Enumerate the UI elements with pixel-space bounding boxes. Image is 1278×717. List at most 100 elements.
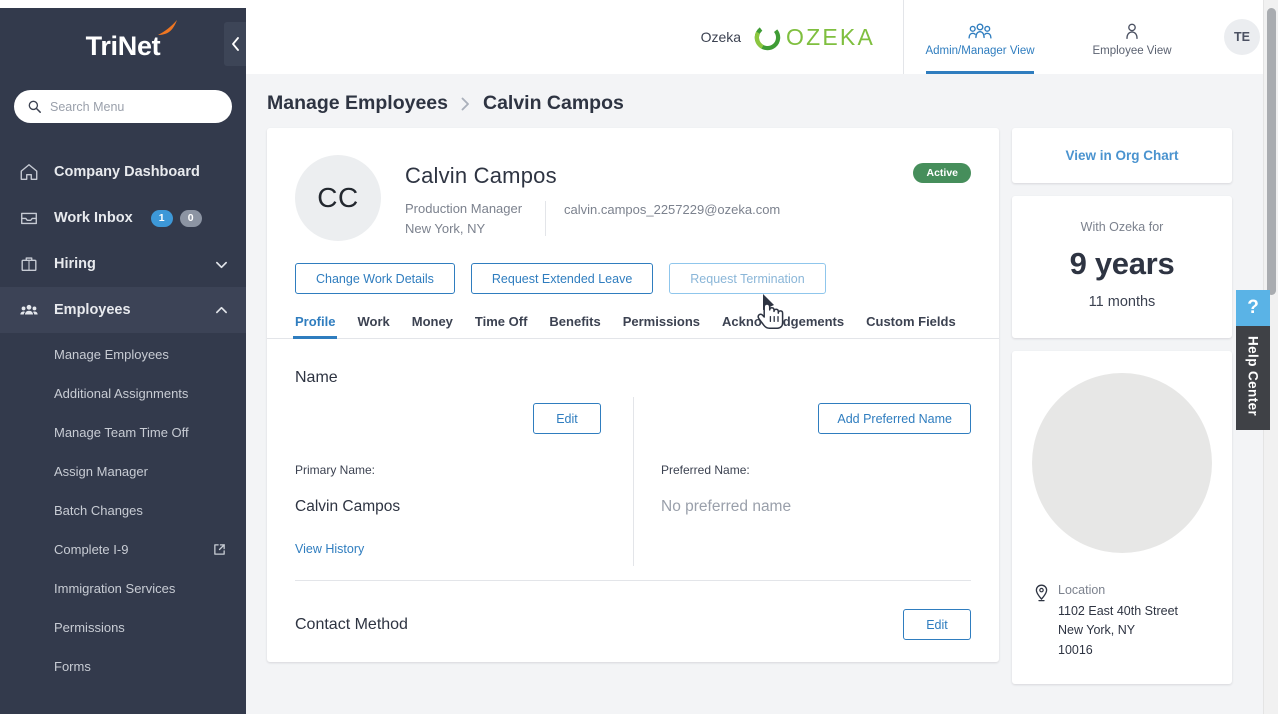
sidebar-subitem-assign-manager[interactable]: Assign Manager	[0, 452, 246, 491]
chevron-right-icon	[460, 97, 471, 111]
org-chart-card[interactable]: View in Org Chart	[1012, 128, 1232, 183]
user-initials: TE	[1234, 30, 1250, 44]
tab-admin-manager-view[interactable]: Admin/Manager View	[904, 0, 1056, 74]
breadcrumb: Manage Employees Calvin Campos	[246, 74, 1278, 115]
help-center-label-wrap: Help Center	[1236, 326, 1270, 430]
employee-name: Calvin Campos	[405, 163, 780, 189]
right-rail: View in Org Chart With Ozeka for 9 years…	[1012, 128, 1232, 684]
add-preferred-name-button[interactable]: Add Preferred Name	[818, 403, 971, 434]
profile-meta-left: Production Manager New York, NY	[405, 201, 529, 236]
sidebar-subitem-permissions[interactable]: Permissions	[0, 608, 246, 647]
people-group-icon	[967, 18, 993, 42]
people-icon	[18, 299, 40, 321]
employee-email: calvin.campos_2257229@ozeka.com	[564, 201, 780, 236]
sidebar-subitem-label: Forms	[54, 659, 91, 674]
home-icon	[18, 161, 40, 183]
content-area: CC Calvin Campos Production Manager New …	[246, 115, 1278, 684]
primary-name-value: Calvin Campos	[295, 498, 601, 516]
sidebar-item-employees[interactable]: Employees	[0, 287, 246, 333]
help-center-tab[interactable]: ? Help Center	[1236, 290, 1270, 430]
sidebar-logo-row: TriNet	[0, 0, 246, 92]
search-menu-box[interactable]	[14, 90, 232, 123]
breadcrumb-parent[interactable]: Manage Employees	[267, 92, 448, 115]
primary-name-label: Primary Name:	[295, 463, 601, 477]
sidebar-item-label: Company Dashboard	[54, 164, 200, 180]
preferred-name-column: Add Preferred Name Preferred Name: No pr…	[633, 389, 971, 580]
user-avatar[interactable]: TE	[1224, 19, 1260, 55]
sidebar-item-hiring[interactable]: Hiring	[0, 241, 246, 287]
ozeka-logo: OZEKA	[754, 24, 875, 51]
inbox-icon	[18, 207, 40, 229]
tab-permissions[interactable]: Permissions	[623, 314, 700, 338]
employee-location: New York, NY	[405, 221, 529, 236]
company-name: Ozeka	[701, 29, 741, 45]
sidebar-item-work-inbox[interactable]: Work Inbox 1 0	[0, 195, 246, 241]
employee-job-title: Production Manager	[405, 201, 529, 216]
sidebar-subitem-label: Batch Changes	[54, 503, 143, 518]
view-tab-label: Admin/Manager View	[925, 45, 1034, 57]
tab-employee-view[interactable]: Employee View	[1056, 0, 1208, 74]
top-bar: Ozeka OZEKA	[246, 0, 1278, 74]
tab-work[interactable]: Work	[357, 314, 389, 338]
tab-money[interactable]: Money	[412, 314, 453, 338]
sidebar-subitem-label: Manage Team Time Off	[54, 425, 189, 440]
view-in-org-chart-link[interactable]: View in Org Chart	[1065, 148, 1178, 163]
app-root: TriNet	[0, 0, 1278, 717]
sidebar-subitem-manage-team-time-off[interactable]: Manage Team Time Off	[0, 413, 246, 452]
tab-custom-fields[interactable]: Custom Fields	[866, 314, 956, 338]
request-extended-leave-button[interactable]: Request Extended Leave	[471, 263, 653, 294]
primary-name-button-row: Edit	[295, 389, 601, 434]
sidebar-collapse-button[interactable]	[224, 22, 246, 66]
external-link-icon	[213, 543, 226, 556]
location-text: Location 1102 East 40th Street New York,…	[1058, 583, 1178, 660]
search-icon	[28, 100, 41, 113]
employees-submenu: Manage Employees Additional Assignments …	[0, 333, 246, 686]
sidebar-subitem-batch-changes[interactable]: Batch Changes	[0, 491, 246, 530]
edit-contact-method-button[interactable]: Edit	[903, 609, 971, 640]
contact-method-title: Contact Method	[295, 616, 408, 634]
profile-initials: CC	[317, 182, 358, 214]
profile-avatar: CC	[295, 155, 381, 241]
change-work-details-button[interactable]: Change Work Details	[295, 263, 455, 294]
tab-acknowledgements[interactable]: Acknowledgements	[722, 314, 844, 338]
briefcase-icon	[18, 253, 40, 275]
search-input[interactable]	[50, 100, 218, 114]
name-section-title: Name	[295, 339, 971, 387]
location-line-2: New York, NY	[1058, 621, 1178, 640]
location-label: Location	[1058, 583, 1178, 597]
tenure-card: With Ozeka for 9 years 11 months	[1012, 196, 1232, 338]
profile-actions: Change Work Details Request Extended Lea…	[267, 241, 999, 294]
photo-location-card: Location 1102 East 40th Street New York,…	[1012, 351, 1232, 684]
sidebar-subitem-manage-employees[interactable]: Manage Employees	[0, 335, 246, 374]
sidebar-item-company-dashboard[interactable]: Company Dashboard	[0, 149, 246, 195]
ozeka-wordmark: OZEKA	[786, 24, 875, 51]
edit-name-button[interactable]: Edit	[533, 403, 601, 434]
tab-benefits[interactable]: Benefits	[549, 314, 600, 338]
employee-profile-card: CC Calvin Campos Production Manager New …	[267, 128, 999, 662]
sidebar-nav: Company Dashboard Work Inbox 1 0	[0, 149, 246, 686]
preferred-name-button-row: Add Preferred Name	[661, 389, 971, 434]
location-address: 1102 East 40th Street New York, NY 10016	[1058, 602, 1178, 660]
work-inbox-badge-secondary[interactable]: 0	[180, 210, 202, 227]
work-inbox-badge-primary[interactable]: 1	[151, 210, 173, 227]
primary-name-column: Edit Primary Name: Calvin Campos View Hi…	[295, 389, 633, 580]
sidebar-subitem-forms[interactable]: Forms	[0, 647, 246, 686]
trinet-swoosh-icon	[157, 19, 179, 37]
help-center-label: Help Center	[1246, 336, 1261, 416]
page-scrollbar-thumb[interactable]	[1267, 8, 1276, 295]
request-termination-button[interactable]: Request Termination	[669, 263, 825, 294]
contact-method-section: Contact Method Edit	[267, 581, 999, 662]
sidebar-subitem-complete-i9[interactable]: Complete I-9	[0, 530, 246, 569]
window-top-strip	[0, 0, 246, 8]
location-line-1: 1102 East 40th Street	[1058, 602, 1178, 621]
sidebar-subitem-label: Complete I-9	[54, 542, 128, 557]
trinet-logo: TriNet	[86, 31, 161, 62]
sidebar-subitem-immigration-services[interactable]: Immigration Services	[0, 569, 246, 608]
main-area: Ozeka OZEKA	[246, 0, 1278, 717]
sidebar-subitem-additional-assignments[interactable]: Additional Assignments	[0, 374, 246, 413]
tab-time-off[interactable]: Time Off	[475, 314, 528, 338]
view-history-link[interactable]: View History	[295, 542, 364, 556]
profile-info: Calvin Campos Production Manager New Yor…	[405, 155, 780, 241]
tab-profile[interactable]: Profile	[295, 314, 335, 338]
employee-photo-placeholder	[1032, 373, 1212, 553]
